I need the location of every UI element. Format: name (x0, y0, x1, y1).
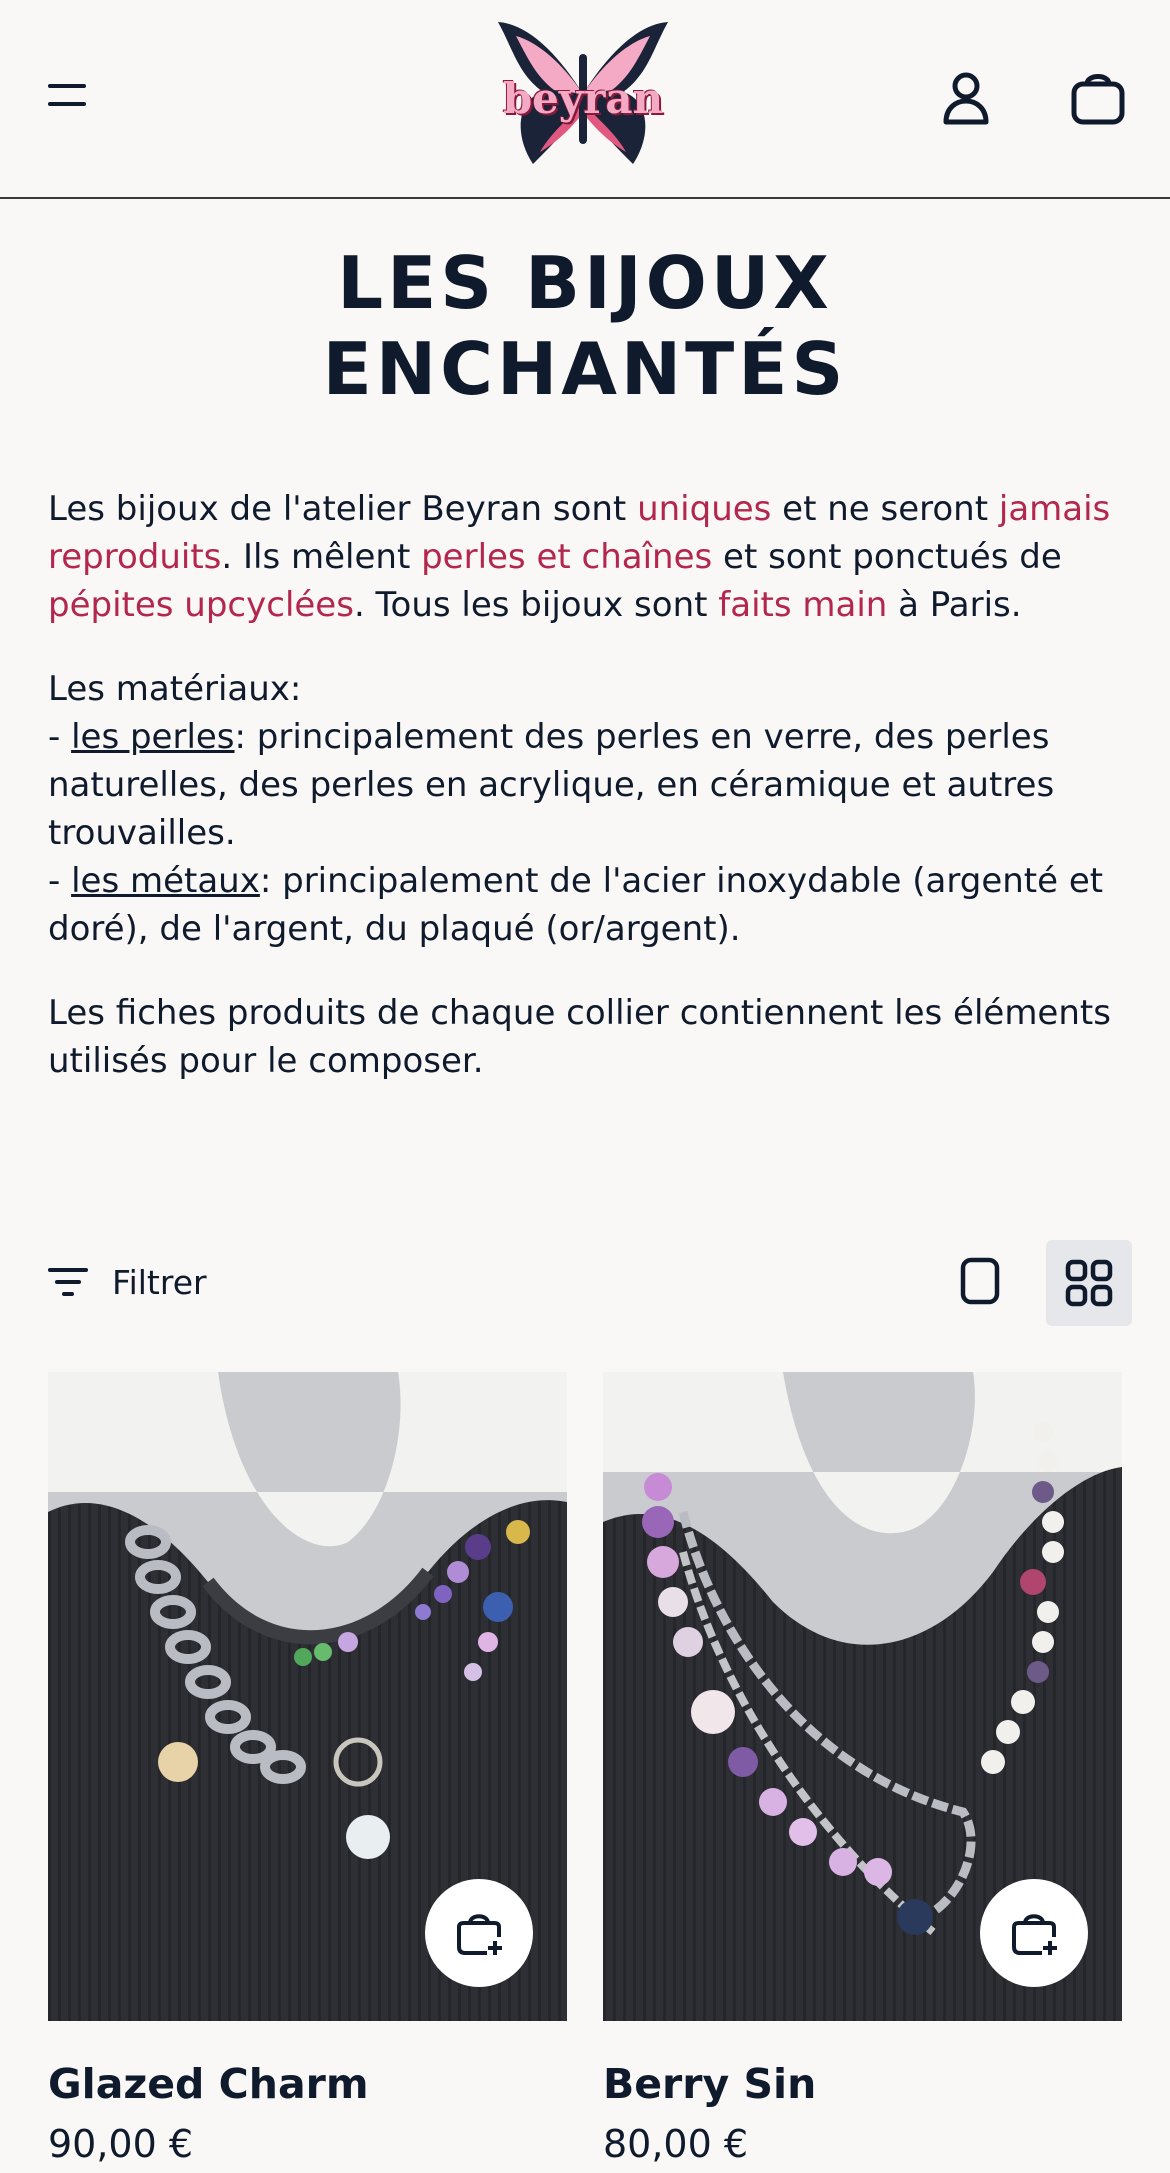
view-single-button[interactable] (958, 1256, 1002, 1306)
bag-plus-icon (457, 1914, 502, 1955)
collection-description: Les bijoux de l'atelier Beyran sont uniq… (48, 485, 1128, 1121)
description-text: . Ils mêlent (221, 537, 422, 577)
description-highlight: pépites upcyclées (48, 585, 354, 625)
description-highlight: perles et chaînes (421, 537, 713, 577)
materials-section: Les matériaux: - les perles: principalem… (48, 665, 1128, 953)
logo-text: beyran (502, 74, 664, 123)
hamburger-icon (48, 102, 86, 106)
page-title-line-2: ENCHANTÉS (322, 327, 848, 411)
product-image[interactable] (603, 1372, 1122, 2021)
materials-heading: Les matériaux: (48, 669, 302, 709)
site-header: beyran (0, 0, 1170, 199)
product-price: 80,00 € (603, 2122, 749, 2166)
quick-add-button[interactable] (425, 1879, 533, 1987)
description-intro: Les bijoux de l'atelier Beyran sont uniq… (48, 485, 1128, 629)
quick-add-button[interactable] (980, 1879, 1088, 1987)
product-price: 90,00 € (48, 2122, 194, 2166)
shopping-bag-icon (1071, 74, 1125, 125)
logo[interactable]: beyran (488, 14, 678, 174)
view-grid-button[interactable] (1046, 1240, 1132, 1326)
bullet-dash: - (48, 717, 72, 757)
description-text: et ne seront (771, 489, 999, 529)
product-name[interactable]: Glazed Charm (48, 2059, 567, 2109)
product-card: Berry Sin 80,00 € (603, 1372, 1122, 2167)
description-text: à Paris. (887, 585, 1022, 625)
filter-lines-icon (48, 1268, 88, 1296)
materials-perles-label: les perles (71, 717, 235, 757)
description-text: . Tous les bijoux sont (353, 585, 719, 625)
description-highlight: uniques (637, 489, 772, 529)
description-highlight: faits main (718, 585, 888, 625)
menu-button[interactable] (42, 76, 94, 116)
product-card: Glazed Charm 90,00 € (48, 1372, 567, 2167)
bullet-dash: - (48, 861, 72, 901)
account-button[interactable] (940, 70, 992, 126)
hamburger-icon (48, 84, 86, 88)
description-footer: Les fiches produits de chaque collier co… (48, 993, 1111, 1081)
square-view-icon (960, 1257, 1000, 1305)
page-title: LES BIJOUX ENCHANTÉS (0, 240, 1170, 412)
grid-view-icon (1065, 1259, 1113, 1307)
product-image[interactable] (48, 1372, 567, 2021)
product-name[interactable]: Berry Sin (603, 2059, 1122, 2109)
bag-plus-icon (1012, 1914, 1057, 1955)
cart-button[interactable] (1068, 66, 1128, 126)
user-icon (943, 72, 989, 125)
description-text: et sont ponctués de (712, 537, 1062, 577)
description-text: Les bijoux de l'atelier Beyran sont (48, 489, 638, 529)
filter-button[interactable]: Filtrer (48, 1254, 207, 1310)
filter-label: Filtrer (112, 1262, 207, 1302)
materials-metaux-label: les métaux (71, 861, 260, 901)
page-title-line-1: LES BIJOUX (337, 241, 833, 325)
